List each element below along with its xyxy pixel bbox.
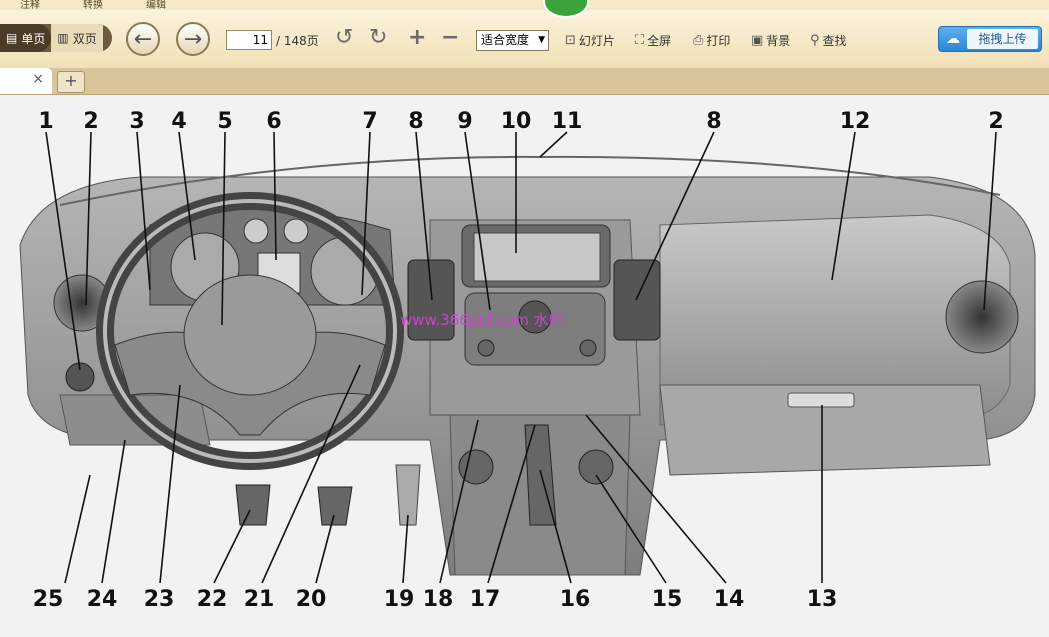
callout-5: 5 <box>217 109 232 134</box>
printer-icon: ⎙ <box>693 33 704 48</box>
right-side-vent <box>945 280 1019 354</box>
callout-6: 6 <box>266 109 281 134</box>
temp-gauge <box>283 218 309 244</box>
callout-4: 4 <box>171 109 186 134</box>
page-number-input[interactable]: 11 <box>226 30 272 50</box>
callout-20: 20 <box>296 587 327 612</box>
callout-8-right: 8 <box>706 109 721 134</box>
callout-21: 21 <box>244 587 275 612</box>
double-page-button[interactable]: ▥ 双页 <box>51 24 103 52</box>
radio-left-knob <box>477 339 495 357</box>
callout-19: 19 <box>384 587 415 612</box>
callout-1: 1 <box>38 109 53 134</box>
zoom-select[interactable]: 适合宽度 ▼ <box>476 30 549 51</box>
rotate-left-button[interactable]: ↺ <box>335 24 353 52</box>
callout-23: 23 <box>144 587 175 612</box>
callout-24: 24 <box>87 587 118 612</box>
plus-icon: + <box>408 25 427 50</box>
upload-button[interactable]: ☁ 拖拽上传 <box>938 26 1042 52</box>
chevron-down-icon: ▼ <box>538 35 545 45</box>
callout-25: 25 <box>33 587 64 612</box>
fullscreen-icon: ⛶ <box>635 33 645 48</box>
callout-3: 3 <box>129 109 144 134</box>
radio-right-knob <box>579 339 597 357</box>
callout-17: 17 <box>470 587 501 612</box>
page-total: / 148页 <box>276 34 319 48</box>
menu-bar: 注释 转换 编辑 <box>0 0 1049 10</box>
double-page-icon: ▥ <box>57 31 69 45</box>
print-button[interactable]: ⎙ 打印 <box>693 32 730 49</box>
display-screen <box>473 232 601 282</box>
callout-7: 7 <box>362 109 377 134</box>
view-mode-group: ▤ 单页 ▥ 双页 <box>0 24 112 52</box>
new-tab-button[interactable]: + <box>57 71 85 93</box>
menu-item-edit[interactable]: 编辑 <box>146 0 166 10</box>
arrow-left-icon: ← <box>133 26 153 52</box>
callout-2-right: 2 <box>988 109 1003 134</box>
dashboard-figure: www.366pdf.com 水印 1 2 3 4 5 6 7 8 9 10 1… <box>0 95 1049 637</box>
tab-bar: × + <box>0 68 1049 95</box>
slideshow-button[interactable]: ⊡ 幻灯片 <box>565 32 615 49</box>
slideshow-icon: ⊡ <box>565 33 576 48</box>
brake-pedal <box>235 484 271 526</box>
callout-12: 12 <box>840 109 871 134</box>
zoom-out-button[interactable]: − <box>441 24 459 52</box>
search-icon: ⚲ <box>810 33 820 48</box>
callout-22: 22 <box>197 587 228 612</box>
background-icon: ▣ <box>751 33 764 48</box>
climate-knob-right <box>578 449 614 485</box>
center-vent-right <box>613 259 661 341</box>
rotate-right-icon: ↻ <box>369 25 388 50</box>
forward-button[interactable]: → <box>176 22 210 56</box>
glove-box-handle <box>787 392 855 408</box>
callout-14: 14 <box>714 587 745 612</box>
fullscreen-button[interactable]: ⛶ 全屏 <box>635 32 671 49</box>
close-icon[interactable]: × <box>32 71 44 87</box>
callout-11: 11 <box>552 109 583 134</box>
callout-13: 13 <box>807 587 838 612</box>
back-button[interactable]: ← <box>126 22 160 56</box>
document-view: www.366pdf.com 水印 1 2 3 4 5 6 7 8 9 10 1… <box>0 95 1049 637</box>
arrow-right-icon: → <box>183 26 203 52</box>
callout-2-left: 2 <box>83 109 98 134</box>
menu-item-annotate[interactable]: 注释 <box>20 0 40 10</box>
single-page-button[interactable]: ▤ 单页 <box>0 24 52 52</box>
minus-icon: − <box>441 25 460 50</box>
clutch-pedal <box>317 486 353 526</box>
cloud-icon: ☁ <box>946 31 960 47</box>
single-page-icon: ▤ <box>6 31 18 45</box>
menu-item-convert[interactable]: 转换 <box>83 0 103 10</box>
fuel-gauge <box>243 218 269 244</box>
steering-hub <box>183 274 317 396</box>
find-button[interactable]: ⚲ 查找 <box>810 32 847 49</box>
callout-9: 9 <box>457 109 472 134</box>
zoom-in-button[interactable]: + <box>408 24 426 52</box>
toolbar: ▤ 单页 ▥ 双页 ← → 11 / 148页 ↺ ↻ + − 适合宽度 ▼ ⊡… <box>0 10 1049 69</box>
rotate-right-button[interactable]: ↻ <box>369 24 387 52</box>
background-button[interactable]: ▣ 背景 <box>751 32 790 49</box>
callout-15: 15 <box>652 587 683 612</box>
rotate-left-icon: ↺ <box>335 25 354 50</box>
callout-18: 18 <box>423 587 454 612</box>
callout-10: 10 <box>501 109 532 134</box>
document-tab[interactable]: × <box>0 68 52 94</box>
watermark-text: www.366pdf.com 水印 <box>400 311 564 329</box>
callout-8-left: 8 <box>408 109 423 134</box>
callout-16: 16 <box>560 587 591 612</box>
